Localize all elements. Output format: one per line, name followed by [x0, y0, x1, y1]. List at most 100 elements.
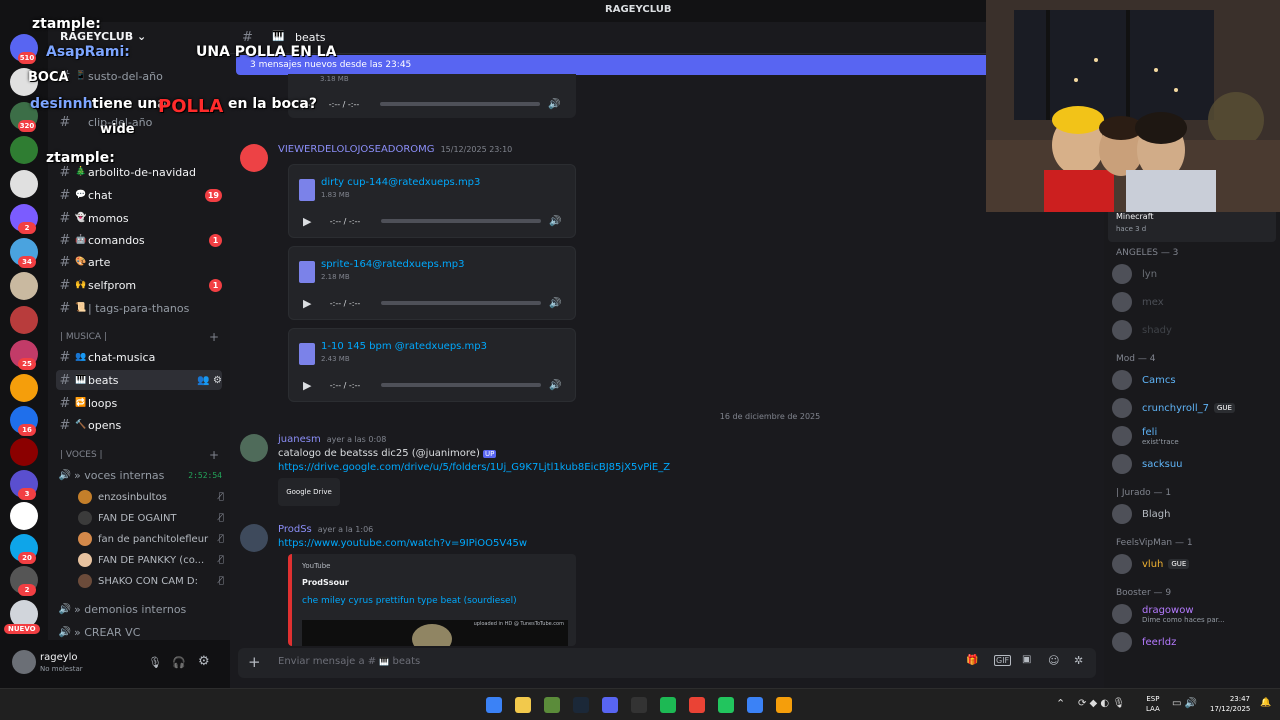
volume-icon[interactable]: 🔊: [549, 380, 563, 391]
emoji-icon[interactable]: ☺: [1048, 654, 1059, 667]
member-item[interactable]: dragowow Dime como haces par...: [1112, 602, 1272, 626]
member-item[interactable]: feerldz: [1112, 630, 1272, 654]
sticker-icon[interactable]: ▣: [1022, 654, 1031, 665]
language-indicator[interactable]: ESP LAA: [1146, 694, 1160, 714]
add-channel-icon[interactable]: +: [209, 330, 219, 344]
notepad-icon[interactable]: [747, 697, 763, 713]
add-attachment-icon[interactable]: +: [248, 653, 261, 671]
channel-item[interactable]: # 🎨 arte: [56, 252, 222, 272]
audio-progress[interactable]: [381, 383, 541, 387]
member-item[interactable]: Blagh: [1112, 502, 1272, 526]
volume-icon[interactable]: 🔊: [548, 99, 562, 110]
channel-item[interactable]: # 📱 susto-del-año: [56, 66, 222, 86]
activity-card[interactable]: Minecraft hace 3 d: [1108, 208, 1276, 242]
settings-icon[interactable]: ⚙: [198, 654, 210, 669]
server-icon[interactable]: [10, 438, 38, 466]
avatar[interactable]: [240, 434, 268, 462]
message-author[interactable]: juanesm ayer a las 0:08: [278, 434, 386, 445]
server-icon[interactable]: [10, 502, 38, 530]
headphones-icon[interactable]: 🎧: [172, 656, 186, 669]
gif-icon[interactable]: GIF: [994, 655, 1012, 666]
file-explorer-icon[interactable]: [515, 697, 531, 713]
obs-icon[interactable]: [631, 697, 647, 713]
embed-author[interactable]: ProdSsour: [302, 578, 349, 587]
apps-icon[interactable]: ✲: [1074, 654, 1083, 667]
member-item[interactable]: lyn: [1112, 262, 1272, 286]
fire-icon[interactable]: [776, 697, 792, 713]
avatar[interactable]: [240, 524, 268, 552]
volume-icon[interactable]: 🔊: [549, 216, 563, 227]
channel-item[interactable]: # 🔨 opens: [56, 415, 222, 435]
avatar[interactable]: [240, 144, 268, 172]
gift-icon[interactable]: 🎁: [966, 655, 978, 666]
user-name[interactable]: rageylo: [40, 652, 78, 663]
notification-icon[interactable]: 🔔: [1260, 698, 1271, 708]
audio-progress[interactable]: [381, 301, 541, 305]
server-icon[interactable]: [10, 306, 38, 334]
voice-user[interactable]: enzosinbultos 🎙̸: [78, 487, 224, 507]
network-icon[interactable]: ▭ 🔊: [1172, 698, 1197, 709]
music-category[interactable]: | MUSICA |: [60, 332, 107, 342]
voice-user[interactable]: SHAKO CON CAM D: 🎙̸: [78, 571, 224, 591]
voice-category[interactable]: | VOCES |: [60, 450, 103, 460]
channel-item[interactable]: # 🤖 comandos 1: [56, 230, 222, 250]
tray-icons[interactable]: ⟳ ◆ ◐ 🎙: [1078, 698, 1125, 709]
channel-item[interactable]: # 🔁 loops: [56, 393, 222, 413]
server-mention-badge: 510: [18, 52, 36, 64]
channel-item[interactable]: # 👻 momos: [56, 208, 222, 228]
windows-start-icon[interactable]: [486, 697, 502, 713]
steam-icon[interactable]: [573, 697, 589, 713]
server-icon[interactable]: [10, 136, 38, 164]
file-name[interactable]: dirty cup-144@ratedxueps.mp3: [321, 177, 480, 188]
audio-progress[interactable]: [380, 102, 540, 106]
play-icon[interactable]: ▶: [303, 215, 317, 228]
voice-user[interactable]: fan de panchitolefleur 🎙̸: [78, 529, 224, 549]
add-voice-channel-icon[interactable]: +: [209, 448, 219, 462]
microphone-icon[interactable]: 🎙: [148, 656, 162, 669]
chevron-up-icon[interactable]: ⌃: [1056, 697, 1065, 710]
member-item[interactable]: crunchyroll_7 GUE: [1112, 396, 1272, 420]
message-author[interactable]: ProdSs ayer a la 1:06: [278, 524, 373, 535]
voice-channel[interactable]: 🔊» voces internas 2:52:54: [56, 465, 222, 485]
chrome-icon[interactable]: [689, 697, 705, 713]
member-item[interactable]: sacksuu: [1112, 452, 1272, 476]
audio-progress[interactable]: [381, 219, 541, 223]
member-item[interactable]: mex: [1112, 290, 1272, 314]
voice-user[interactable]: FAN DE PANKKY (co... 🎙̸: [78, 550, 224, 570]
clock[interactable]: 23:47 17/12/2025: [1210, 694, 1250, 714]
file-name[interactable]: 1-10 145 bpm @ratedxueps.mp3: [321, 341, 487, 352]
minecraft-icon[interactable]: [544, 697, 560, 713]
voice-channel[interactable]: 🔊» demonios internos: [56, 599, 222, 619]
video-thumbnail[interactable]: uploaded in HD @ TunesToTube.com: [302, 620, 568, 646]
embed-title[interactable]: che miley cyrus prettifun type beat (sou…: [302, 596, 517, 606]
game-icon[interactable]: [718, 697, 734, 713]
channel-item[interactable]: # 🙌 selfprom 1: [56, 275, 222, 295]
channel-item[interactable]: # 💬 chat 19: [56, 185, 222, 205]
server-icon[interactable]: [10, 170, 38, 198]
channel-settings-icon[interactable]: 👥 ⚙: [197, 375, 222, 386]
play-icon[interactable]: ▶: [303, 379, 317, 392]
discord-icon[interactable]: [602, 697, 618, 713]
server-icon[interactable]: [10, 374, 38, 402]
new-messages-bar[interactable]: 3 mensajes nuevos desde las 23:45: [236, 55, 996, 75]
file-name[interactable]: sprite-164@ratedxueps.mp3: [321, 259, 464, 270]
member-item[interactable]: feli exist'trace: [1112, 424, 1272, 448]
avatar[interactable]: [12, 650, 36, 674]
youtube-link[interactable]: https://www.youtube.com/watch?v=9IPiOO5V…: [278, 538, 527, 549]
member-item[interactable]: Camcs: [1112, 368, 1272, 392]
play-icon[interactable]: ▶: [303, 297, 317, 310]
message-author[interactable]: VIEWERDELOLOJOSEADOROMG 15/12/2025 23:10: [278, 144, 512, 155]
member-item[interactable]: shady: [1112, 318, 1272, 342]
voice-user[interactable]: FAN DE OGAINT 🎙̸: [78, 508, 224, 528]
channel-item[interactable]: # 🎹 beats 👥 ⚙: [56, 370, 222, 390]
drive-card[interactable]: Google Drive: [278, 478, 340, 506]
drive-link[interactable]: https://drive.google.com/drive/u/5/folde…: [278, 462, 670, 473]
channel-item[interactable]: # 📜 | tags-para-thanos: [56, 298, 222, 318]
member-item[interactable]: vluh GUE: [1112, 552, 1272, 576]
spotify-icon[interactable]: [660, 697, 676, 713]
voice-channel[interactable]: 🔊» CREAR VC: [56, 622, 222, 642]
volume-icon[interactable]: 🔊: [549, 298, 563, 309]
channel-item[interactable]: # 👥 chat-musica: [56, 347, 222, 367]
server-icon[interactable]: [10, 272, 38, 300]
message-input[interactable]: Enviar mensaje a # 🎹 beats: [278, 656, 420, 667]
